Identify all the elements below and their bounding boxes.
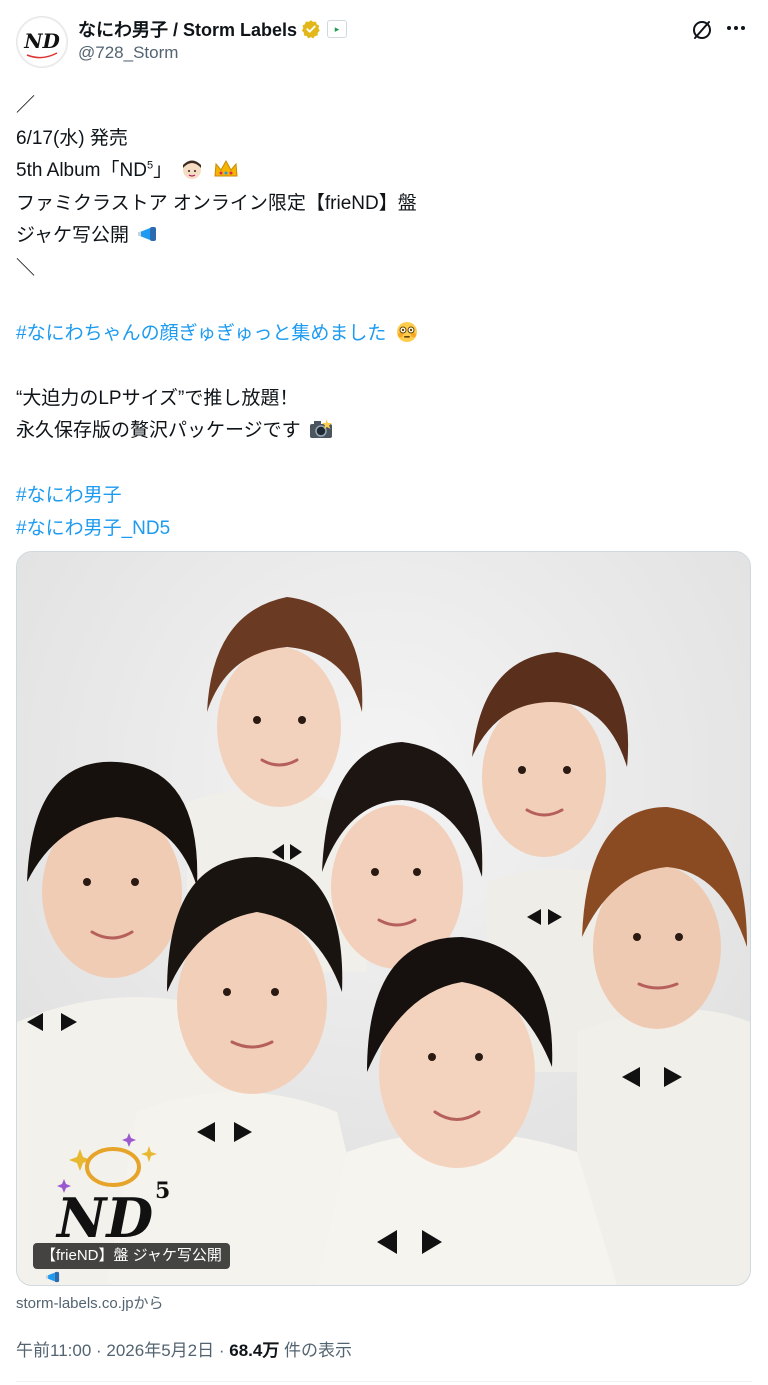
- jacket-reveal-text: ジャケ写公開: [16, 225, 130, 246]
- text-line: #なにわちゃんの顔ぎゅぎゅっと集めました: [16, 318, 752, 351]
- avatar-text: ND: [23, 29, 60, 53]
- avatar[interactable]: ND: [16, 16, 68, 68]
- text-line: 5th Album「ND5」: [16, 155, 752, 188]
- name-row: なにわ男子 / Storm Labels ▸: [78, 16, 348, 42]
- flushed-face-emoji-icon: [396, 321, 417, 342]
- post-text: ／ 6/17(水) 発売 5th Album「ND5」 ファミクラストア オンラ…: [16, 90, 752, 545]
- affiliate-badge-icon[interactable]: ▸: [327, 20, 348, 38]
- post-meta: 午前11:00 · 2026年5月2日 · 68.4万 件の表示: [16, 1336, 352, 1361]
- album-title-text: 5th Album「ND: [16, 160, 147, 181]
- post-image[interactable]: ND 5 【frieND】盤 ジャケ写公開: [16, 551, 751, 1286]
- megaphone-emoji-icon: [46, 1271, 60, 1283]
- more-icon[interactable]: [724, 16, 748, 40]
- avatar-logo-icon: ND: [18, 18, 66, 66]
- hashtag-link[interactable]: #なにわ男子: [16, 485, 122, 506]
- camera-flash-emoji-icon: [309, 419, 332, 438]
- megaphone-emoji-icon: [138, 227, 157, 241]
- divider: [16, 1381, 752, 1382]
- text-line: 6/17(水) 発売: [16, 127, 128, 149]
- hashtag-link[interactable]: #なにわちゃんの顔ぎゅぎゅっと集めました: [16, 323, 386, 344]
- text-line: #なにわ男子_ND5: [16, 513, 752, 546]
- hashtag-link[interactable]: #なにわ男子_ND5: [16, 518, 170, 539]
- crown-emoji-icon: [214, 159, 238, 177]
- text-line: ＼: [16, 257, 36, 279]
- grok-icon[interactable]: [690, 18, 714, 42]
- text-line: ファミクラストア オンライン限定【frieND】盤: [16, 192, 417, 214]
- text-line: “大迫力のLPサイズ”で推し放題！: [16, 387, 299, 409]
- link-source[interactable]: storm-labels.co.jpから: [16, 1292, 164, 1313]
- text-line: 永久保存版の贅沢パッケージです: [16, 415, 752, 448]
- meta-separator: ·: [214, 1341, 230, 1360]
- view-suffix: 件の表示: [279, 1341, 353, 1360]
- album-logo-sup: 5: [155, 1178, 170, 1204]
- group-photo: ND 5: [17, 552, 750, 1285]
- view-count: 68.4万: [229, 1341, 280, 1360]
- meta-separator: ·: [91, 1341, 107, 1360]
- boy-emoji-icon: [183, 160, 202, 179]
- post-header: ND なにわ男子 / Storm Labels ▸ @728_Storm: [16, 10, 752, 70]
- post-time[interactable]: 午前11:00: [16, 1341, 91, 1360]
- caption-text: 【frieND】盤 ジャケ写公開: [41, 1247, 222, 1264]
- image-caption: 【frieND】盤 ジャケ写公開: [33, 1243, 230, 1283]
- text-line: ／: [16, 95, 36, 116]
- handle[interactable]: @728_Storm: [78, 43, 178, 63]
- display-name[interactable]: なにわ男子 / Storm Labels: [78, 16, 297, 42]
- album-logo-text: ND: [55, 1186, 153, 1250]
- verified-badge-icon[interactable]: [301, 19, 321, 39]
- text-line: #なにわ男子: [16, 480, 752, 513]
- album-title-close: 」: [153, 160, 173, 181]
- post-date[interactable]: 2026年5月2日: [106, 1341, 214, 1360]
- package-text: 永久保存版の贅沢パッケージです: [16, 420, 301, 441]
- text-line: ジャケ写公開: [16, 220, 752, 253]
